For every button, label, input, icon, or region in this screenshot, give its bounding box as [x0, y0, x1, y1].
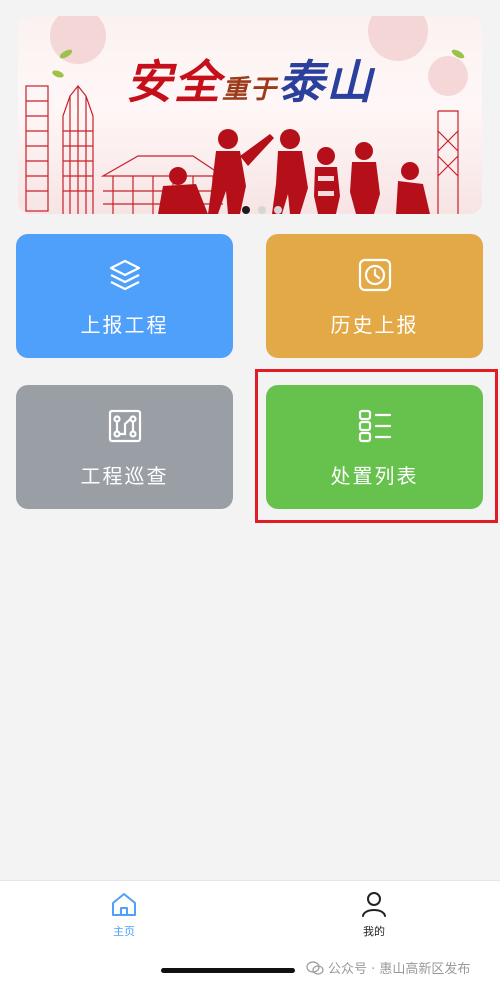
tab-me-label: 我的 [363, 925, 385, 938]
home-icon [109, 889, 139, 919]
banner-slogan: 安全重于泰山 [126, 46, 374, 112]
highlight-frame [255, 369, 498, 523]
user-icon [359, 889, 389, 919]
project-inspection-label: 工程巡查 [80, 463, 169, 488]
report-project-label: 上报工程 [80, 312, 169, 337]
clock-icon [355, 255, 395, 295]
safety-banner[interactable]: 安全重于泰山 [18, 16, 482, 214]
home-indicator[interactable] [161, 968, 295, 973]
route-icon [105, 406, 145, 446]
slogan-part-weigh: 重于 [222, 75, 279, 105]
report-project-button[interactable]: 上报工程 [16, 234, 233, 358]
wechat-watermark: 公众号 · 惠山高新区发布 [306, 958, 470, 977]
tab-home-label: 主页 [113, 925, 135, 938]
tab-home[interactable]: 主页 [84, 889, 164, 939]
carousel-dot-2[interactable] [258, 206, 266, 214]
project-inspection-button[interactable]: 工程巡查 [16, 385, 233, 509]
carousel-dot-3[interactable] [274, 206, 282, 214]
wechat-icon [306, 960, 324, 975]
report-history-label: 历史上报 [330, 312, 419, 337]
carousel-dot-1[interactable] [242, 206, 250, 214]
layers-icon [105, 255, 145, 295]
watermark-text: 公众号 · 惠山高新区发布 [328, 962, 471, 977]
slogan-part-safety: 安全 [126, 55, 222, 109]
slogan-part-mountain: 泰山 [278, 55, 375, 109]
report-history-button[interactable]: 历史上报 [266, 234, 483, 358]
tab-me[interactable]: 我的 [334, 889, 414, 939]
carousel-dots [242, 206, 282, 214]
